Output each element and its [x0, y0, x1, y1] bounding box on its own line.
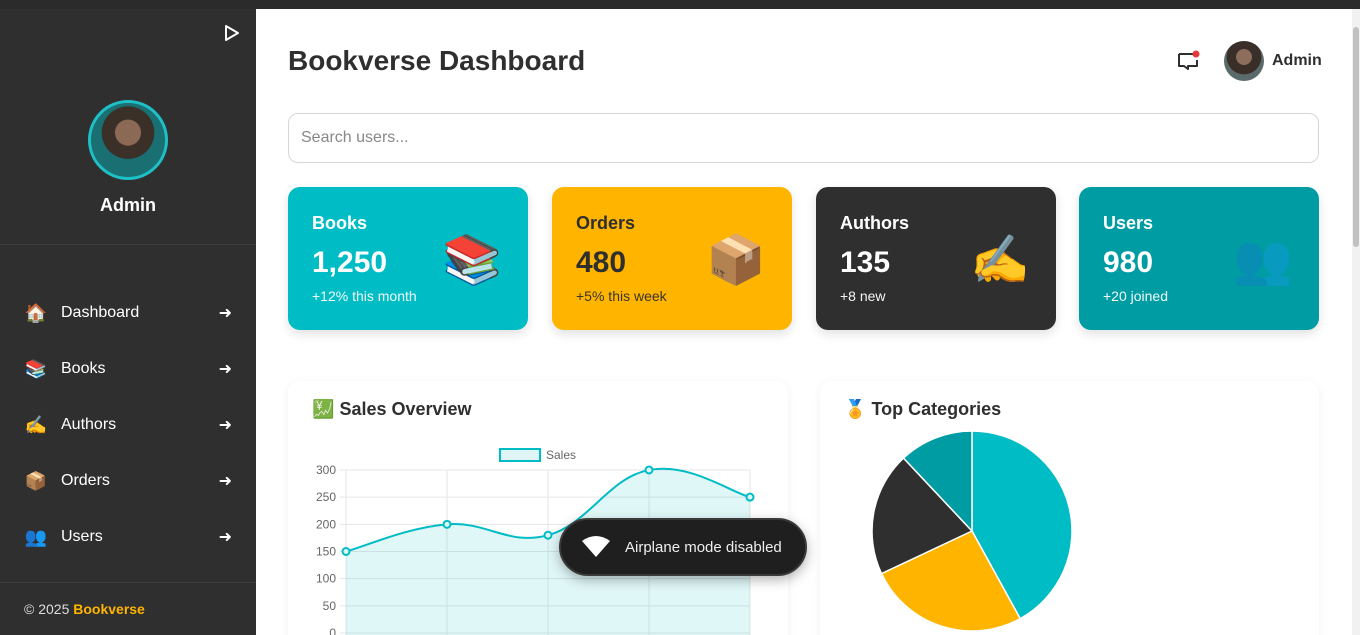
sidebar-item-label: Users: [61, 528, 103, 545]
y-tick-label: 200: [316, 517, 336, 531]
top-strip: [0, 0, 1360, 9]
legend-swatch[interactable]: [499, 448, 541, 462]
stat-card-authors: Authors 135 +8 new ✍️: [816, 187, 1056, 330]
books-icon: 📚: [442, 234, 502, 287]
footer-copyright: © 2025: [24, 601, 74, 617]
house-icon: 🏠: [24, 302, 48, 323]
panel-title-text: Top Categories: [871, 399, 1002, 419]
header-user-name[interactable]: Admin: [1272, 52, 1322, 70]
chart-icon: 💹: [312, 399, 335, 419]
y-tick-label: 300: [316, 463, 336, 477]
users-icon: 👥: [1233, 234, 1293, 287]
sidebar-item-dashboard[interactable]: 🏠 Dashboard ➜: [0, 285, 256, 341]
sidebar-item-users[interactable]: 👥 Users ➜: [0, 509, 256, 565]
sidebar-footer-divider: [0, 582, 256, 583]
stat-card-orders: Orders 480 +5% this week 📦: [552, 187, 792, 330]
y-tick-label: 150: [316, 545, 336, 559]
legend-label[interactable]: Sales: [546, 448, 576, 462]
sidebar-item-label: Dashboard: [61, 304, 140, 321]
arrow-right-icon: ➜: [218, 417, 232, 434]
card-subtitle: +5% this week: [576, 288, 667, 304]
airplane-mode-toast: Airplane mode disabled: [559, 518, 807, 576]
toast-message: Airplane mode disabled: [625, 538, 782, 556]
data-point[interactable]: [745, 492, 755, 502]
sidebar-divider: [0, 244, 256, 245]
scrollbar-thumb[interactable]: [1353, 27, 1359, 247]
arrow-right-icon: ➜: [218, 473, 232, 490]
y-tick-label: 250: [316, 490, 336, 504]
medal-icon: 🏅: [844, 399, 867, 419]
sidebar-item-authors[interactable]: ✍️ Authors ➜: [0, 397, 256, 453]
arrow-right-icon: ➜: [218, 529, 232, 546]
sidebar-item-label: Authors: [61, 416, 117, 433]
writing-hand-icon: ✍️: [970, 234, 1030, 287]
collapse-sidebar-icon[interactable]: [222, 23, 242, 43]
sidebar-item-label: Orders: [61, 472, 110, 489]
card-subtitle: +8 new: [840, 288, 886, 304]
card-subtitle: +12% this month: [312, 288, 417, 304]
sidebar-nav: 🏠 Dashboard ➜ 📚 Books ➜ ✍️ Authors ➜ 📦 O…: [0, 285, 256, 565]
header-avatar[interactable]: [1224, 41, 1264, 81]
sales-overview-panel: 💹 Sales Overview Sales 0 50 100 150 200 250 300: [288, 381, 788, 635]
y-tick-label: 50: [323, 599, 337, 613]
arrow-right-icon: ➜: [218, 305, 232, 322]
data-point[interactable]: [442, 519, 452, 529]
wifi-icon: [582, 536, 610, 557]
sidebar-item-books[interactable]: 📚 Books ➜: [0, 341, 256, 397]
panel-title-text: Sales Overview: [339, 399, 472, 419]
y-tick-label: 100: [316, 572, 336, 586]
search-input[interactable]: [288, 113, 1319, 163]
package-icon: 📦: [706, 234, 766, 287]
footer-brand: Bookverse: [73, 601, 145, 617]
books-icon: 📚: [24, 358, 48, 379]
sales-overview-title: 💹 Sales Overview: [312, 399, 472, 420]
data-point[interactable]: [644, 465, 654, 475]
notification-icon[interactable]: [1176, 49, 1200, 73]
y-tick-label: 0: [329, 626, 336, 635]
writing-hand-icon: ✍️: [24, 414, 48, 435]
sidebar-footer: © 2025 Bookverse: [24, 601, 145, 617]
data-point[interactable]: [341, 547, 351, 556]
arrow-right-icon: ➜: [218, 361, 232, 378]
package-icon: 📦: [24, 470, 48, 491]
sidebar-user-name: Admin: [100, 195, 156, 215]
stat-card-books: Books 1,250 +12% this month 📚: [288, 187, 528, 330]
page-scrollbar[interactable]: [1352, 9, 1360, 635]
data-point[interactable]: [543, 530, 553, 540]
card-subtitle: +20 joined: [1103, 288, 1169, 304]
users-icon: 👥: [24, 526, 48, 547]
sidebar-item-orders[interactable]: 📦 Orders ➜: [0, 453, 256, 509]
categories-pie-chart: [871, 431, 1073, 632]
sidebar-avatar: [88, 100, 168, 180]
top-categories-panel: 🏅 Top Categories: [820, 381, 1319, 635]
sidebar: Admin 🏠 Dashboard ➜ 📚 Books ➜ ✍️ Authors…: [0, 9, 256, 635]
stat-card-users: Users 980 +20 joined 👥: [1079, 187, 1319, 330]
page-title: Bookverse Dashboard: [288, 45, 586, 76]
top-categories-title: 🏅 Top Categories: [844, 399, 1001, 420]
sidebar-item-label: Books: [61, 360, 106, 377]
